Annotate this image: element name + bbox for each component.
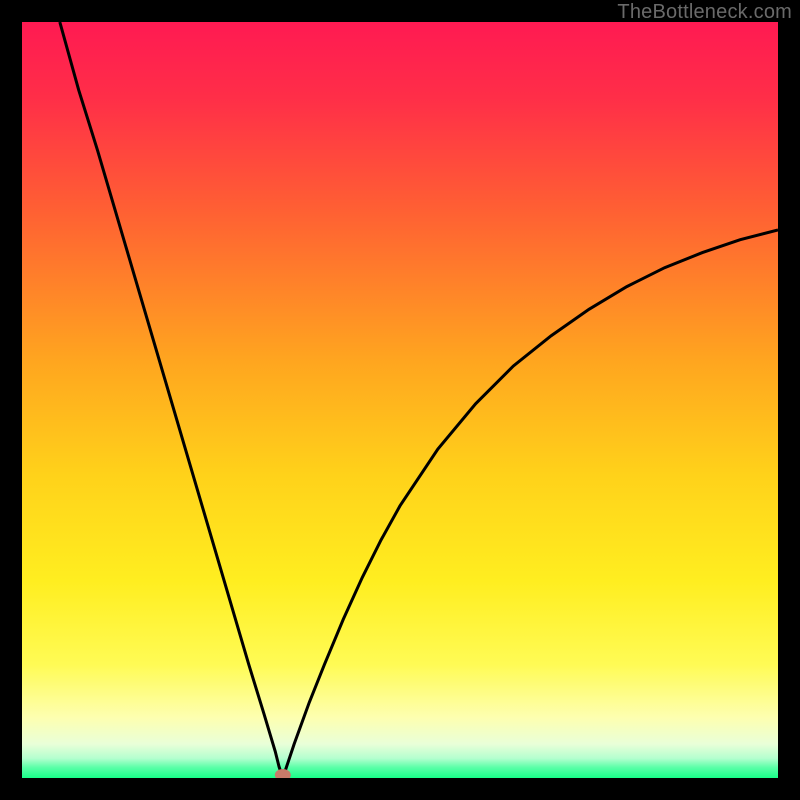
chart-frame: TheBottleneck.com [0, 0, 800, 800]
gradient-background [22, 22, 778, 778]
watermark-text: TheBottleneck.com [617, 1, 792, 24]
plot-area [22, 22, 778, 778]
bottleneck-chart-svg [22, 22, 778, 778]
